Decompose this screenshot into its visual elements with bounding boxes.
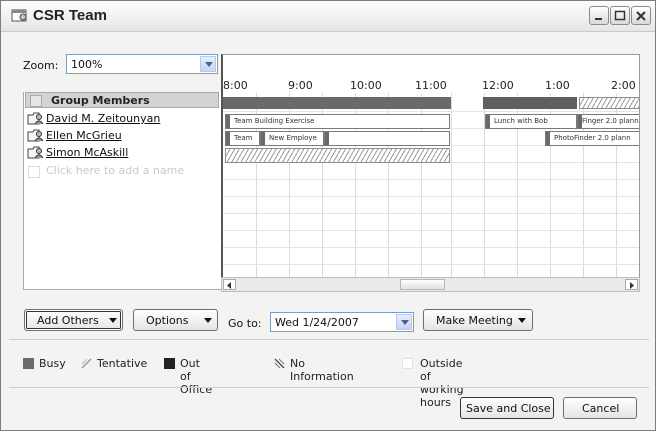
grid-row-line (223, 111, 639, 112)
chevron-down-icon[interactable] (396, 314, 412, 330)
make-meeting-button[interactable]: Make Meeting (423, 309, 533, 331)
zoom-label: Zoom: (23, 59, 59, 72)
divider (9, 387, 649, 388)
zoom-select[interactable]: 100% (66, 54, 218, 74)
group-members-title: Group Members (51, 94, 150, 107)
close-icon (636, 11, 646, 21)
options-label: Options (146, 314, 189, 327)
list-item-member[interactable]: David M. Zeitounyan (24, 110, 220, 127)
merged-busy-bar (483, 97, 577, 109)
grid-row-line (223, 196, 639, 197)
list-item-member[interactable]: Simon McAskill (24, 144, 220, 161)
save-and-close-button[interactable]: Save and Close (460, 397, 554, 419)
appointment-label: New Employe (269, 134, 317, 142)
no-information-swatch-icon (274, 358, 285, 369)
grid-row-line (223, 264, 639, 265)
scroll-left-button[interactable] (223, 279, 236, 290)
divider (9, 339, 649, 340)
appointment-label: Lunch with Bob (494, 117, 548, 125)
tentative-block[interactable] (225, 148, 450, 163)
header-checkbox (30, 95, 42, 107)
chevron-down-icon (109, 318, 117, 323)
make-meeting-label: Make Meeting (436, 314, 513, 327)
hour-label: 10:00 (350, 79, 382, 92)
freebusy-grid[interactable]: 8:00 9:00 10:00 11:00 12:00 1:00 2:00 Te… (221, 54, 640, 289)
appointment-label: PhotoFinder 2.0 plann (554, 134, 631, 142)
appointment-block[interactable]: Team (225, 131, 260, 146)
team-calendar-icon (11, 9, 27, 22)
goto-label: Go to: (228, 317, 262, 330)
appointment-block[interactable]: Team Building Exercise (225, 114, 450, 129)
hour-label: 12:00 (482, 79, 514, 92)
legend-tentative-label: Tentative (97, 357, 148, 370)
person-folder-icon (27, 129, 44, 142)
add-others-label: Add Others (37, 314, 99, 327)
outside-hours-swatch (402, 358, 413, 369)
chevron-down-icon (204, 318, 212, 323)
member-name[interactable]: Ellen McGrieu (46, 129, 122, 142)
merged-tentative-bar (579, 97, 639, 109)
chevron-down-icon (518, 318, 526, 323)
close-button[interactable] (631, 6, 651, 25)
add-others-button[interactable]: Add Others (24, 309, 123, 331)
tentative-swatch-icon (81, 358, 92, 369)
member-name[interactable]: David M. Zeitounyan (46, 112, 160, 125)
hour-label: 11:00 (415, 79, 447, 92)
cancel-label: Cancel (582, 402, 620, 415)
chevron-down-icon[interactable] (200, 56, 216, 72)
merged-busy-bar (223, 97, 451, 109)
legend-outside-hours-label: Outside of working hours (420, 357, 464, 409)
hour-label: 8:00 (223, 79, 248, 92)
window-title: CSR Team (33, 7, 107, 24)
group-members-list: Group Members David M. Zeitounyan Ellen … (23, 92, 222, 290)
goto-date-select[interactable]: Wed 1/24/2007 (270, 312, 414, 332)
scheduling-window: CSR Team Zoom: 100% Group Members David … (0, 0, 656, 431)
appointment-label: Finger 2.0 plann (582, 117, 639, 125)
appointment-label: Team (234, 134, 253, 142)
horizontal-scrollbar[interactable] (221, 277, 640, 292)
person-folder-icon (27, 146, 44, 159)
save-and-close-label: Save and Close (466, 402, 551, 415)
cancel-button[interactable]: Cancel (563, 397, 637, 419)
grid-row-line (223, 230, 639, 231)
busy-swatch (23, 358, 34, 369)
legend-no-information-label: No Information (290, 357, 354, 383)
arrow-right-icon (630, 282, 634, 289)
appointment-block[interactable]: PhotoFinder 2.0 plann (545, 131, 639, 146)
member-name[interactable]: Simon McAskill (46, 146, 128, 159)
legend-out-of-office-label: Out of Office (180, 357, 213, 396)
out-of-office-swatch (164, 358, 175, 369)
zoom-value: 100% (71, 58, 103, 71)
person-folder-icon (27, 112, 44, 125)
appointment-block[interactable]: Finger 2.0 plann (577, 114, 639, 129)
add-attendee-field[interactable]: Click here to add a name (46, 164, 184, 177)
appointment-label: Team Building Exercise (234, 117, 315, 125)
add-attendee-checkbox (28, 166, 40, 178)
goto-date-value: Wed 1/24/2007 (275, 316, 359, 329)
maximize-button[interactable] (610, 6, 630, 25)
list-item-member[interactable]: Ellen McGrieu (24, 127, 220, 144)
title-bar[interactable]: CSR Team (1, 1, 655, 32)
grid-row-line (223, 179, 639, 180)
appointment-block[interactable]: New Employe (260, 131, 324, 146)
hour-label: 9:00 (288, 79, 313, 92)
scroll-right-button[interactable] (625, 279, 638, 290)
grid-row-line (223, 247, 639, 248)
group-members-header: Group Members (25, 92, 219, 108)
minimize-button[interactable] (589, 6, 609, 25)
arrow-left-icon (227, 282, 231, 289)
minimize-icon (595, 18, 602, 20)
appointment-block[interactable]: Lunch with Bob (485, 114, 577, 129)
hour-label: 1:00 (545, 79, 570, 92)
legend-busy-label: Busy (39, 357, 66, 370)
options-button[interactable]: Options (133, 309, 218, 331)
hour-label: 2:00 (611, 79, 636, 92)
appointment-block[interactable] (324, 131, 450, 146)
scroll-thumb[interactable] (400, 279, 445, 290)
grid-row-line (223, 213, 639, 214)
maximize-icon (614, 10, 626, 21)
grid-line (451, 93, 452, 288)
